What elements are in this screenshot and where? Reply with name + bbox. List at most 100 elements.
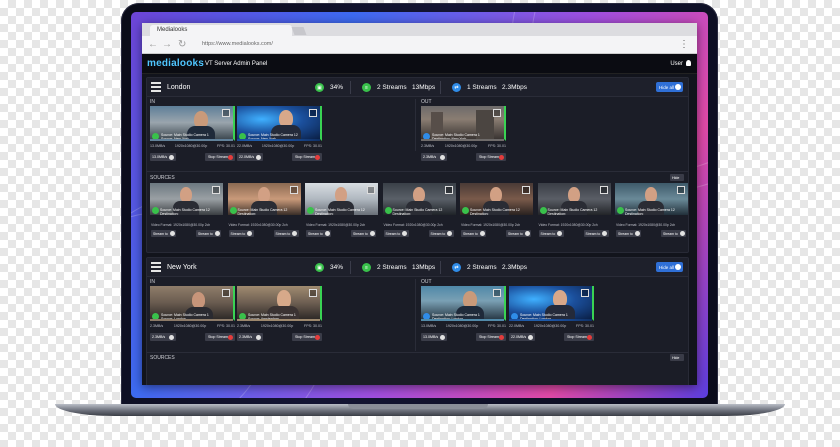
source-info: Source: Main Studio Camera 12 Destination… bbox=[392, 208, 443, 215]
rate-button[interactable]: 2.3MB/s bbox=[150, 333, 176, 341]
user-menu[interactable]: User bbox=[670, 60, 691, 67]
stop-stream-button[interactable]: Stop Stream bbox=[205, 153, 235, 161]
source-thumbnail[interactable]: Source: Main Studio Camera 12 Destination… bbox=[537, 183, 611, 215]
stream-to-button[interactable]: Stream to bbox=[583, 230, 609, 237]
address-bar[interactable]: https://www.medialooks.com/ bbox=[202, 41, 273, 47]
expand-icon[interactable] bbox=[599, 186, 608, 194]
expand-icon[interactable] bbox=[289, 186, 298, 194]
reload-icon[interactable]: ↻ bbox=[178, 39, 186, 51]
expand-icon[interactable] bbox=[309, 109, 317, 117]
out-stream-card[interactable]: Source: Main Studio Camera 1 Destination:… bbox=[421, 286, 506, 348]
stream-to-button[interactable]: Stream to bbox=[196, 230, 221, 237]
source-card[interactable]: Source: Main Studio Camera 12 Destination… bbox=[305, 183, 378, 240]
source-thumbnail[interactable]: Source: Main Studio Camera 12 Destination… bbox=[615, 183, 688, 215]
in-stat: ⇄ 1 Streams 2.3Mbps bbox=[452, 82, 527, 93]
stream-to-button[interactable]: Stream to bbox=[383, 230, 409, 237]
stream-to-button[interactable]: Stream to bbox=[461, 230, 486, 237]
stop-stream-button[interactable]: Stop Stream bbox=[292, 153, 322, 161]
rate-button[interactable]: 13.0MB/s bbox=[421, 333, 447, 341]
out-stream-card[interactable]: Source: Main Studio Camera 1 Destination:… bbox=[509, 286, 594, 348]
source-card[interactable]: Source: Main Studio Camera 12 Destination… bbox=[460, 183, 533, 240]
source-card[interactable]: Source: Main Studio Camera 12 Destination… bbox=[227, 183, 301, 240]
stop-stream-button[interactable]: Stop Stream bbox=[476, 153, 506, 161]
kebab-menu-icon[interactable]: ⋮ bbox=[679, 39, 689, 50]
browser-tab[interactable]: Medialooks bbox=[150, 25, 292, 36]
source-thumbnail[interactable]: Source: Main Studio Camera 12 Destination… bbox=[460, 183, 533, 215]
rate-button[interactable]: 22.0MB/s bbox=[237, 153, 263, 161]
hide-all-label: Hide all bbox=[659, 264, 675, 270]
out-streams: 2 Streams bbox=[377, 264, 407, 271]
arrow-right-icon[interactable]: → bbox=[162, 39, 172, 51]
source-thumbnail[interactable]: Source: Main Studio Camera 12 Destination… bbox=[150, 183, 223, 215]
stop-stream-button[interactable]: Stop Stream bbox=[292, 333, 322, 341]
hamburger-icon[interactable] bbox=[151, 262, 161, 272]
expand-icon[interactable] bbox=[309, 289, 317, 297]
stream-info: Source: Main Studio Camera 1 Destination:… bbox=[432, 313, 480, 321]
hide-button[interactable]: Hide bbox=[670, 354, 684, 361]
stream-to-button[interactable]: Stream to bbox=[273, 230, 299, 237]
source-thumbnail[interactable]: Source: Main Studio Camera 12 Destination… bbox=[382, 183, 456, 215]
stop-stream-button[interactable]: Stop Stream bbox=[476, 333, 506, 341]
hide-button[interactable]: Hide bbox=[670, 174, 684, 181]
stream-to-button[interactable]: Stream to bbox=[661, 230, 686, 237]
stream-to-button[interactable]: Stream to bbox=[538, 230, 564, 237]
browser-window: Medialooks ← → ↻ https://www.medialooks.… bbox=[142, 23, 697, 385]
stream-to-button[interactable]: Stream to bbox=[428, 230, 454, 237]
stream-info: Source: Main Studio Camera 1 Destination:… bbox=[432, 133, 480, 141]
expand-icon[interactable] bbox=[522, 186, 530, 194]
source-thumbnail[interactable]: Source: Main Studio Camera 12 Destination… bbox=[227, 183, 301, 215]
rate-button[interactable]: 22.0MB/s bbox=[509, 333, 535, 341]
expand-icon[interactable] bbox=[677, 186, 685, 194]
source-card[interactable]: Source: Main Studio Camera 12 Destination… bbox=[615, 183, 688, 240]
stream-thumbnail[interactable]: Source: Main Studio Camera 1 Destination:… bbox=[421, 106, 506, 141]
expand-icon[interactable] bbox=[581, 289, 589, 297]
stream-to-button[interactable]: Stream to bbox=[616, 230, 641, 237]
stream-thumbnail[interactable]: Source: Main Studio Camera 12 Source: New… bbox=[237, 106, 322, 141]
out-stream-card[interactable]: Source: Main Studio Camera 1 Destination:… bbox=[421, 106, 506, 168]
source-icon bbox=[384, 207, 392, 214]
source-card[interactable]: Source: Main Studio Camera 12 Destination… bbox=[537, 183, 611, 240]
expand-icon[interactable] bbox=[367, 186, 375, 194]
stop-stream-button[interactable]: Stop Stream bbox=[205, 333, 235, 341]
video-format: Video Format: 1920x1080@30.00p 2ch bbox=[538, 223, 598, 227]
source-icon bbox=[152, 207, 159, 214]
in-stream-card[interactable]: Source: Main Studio Camera 1 Source: New … bbox=[150, 106, 235, 168]
rate-button[interactable]: 2.3MB/s bbox=[237, 333, 263, 341]
stream-to-button[interactable]: Stream to bbox=[506, 230, 531, 237]
in-stream-card[interactable]: Source: Main Studio Camera 1 Source: Lond… bbox=[150, 286, 235, 348]
expand-icon[interactable] bbox=[444, 186, 453, 194]
stream-to-button[interactable]: Stream to bbox=[351, 230, 376, 237]
source-icon bbox=[423, 313, 430, 319]
new-tab-button[interactable] bbox=[291, 27, 307, 35]
stream-thumbnail[interactable]: Source: Main Studio Camera 1 Source: Amst… bbox=[237, 286, 322, 321]
stream-to-button[interactable]: Stream to bbox=[306, 230, 331, 237]
arrow-left-icon[interactable]: ← bbox=[148, 39, 158, 51]
video-format: Video Format: 1920x1080@30.00p 2ch bbox=[461, 223, 521, 227]
stream-thumbnail[interactable]: Source: Main Studio Camera 1 Destination:… bbox=[421, 286, 506, 321]
expand-icon[interactable] bbox=[493, 289, 501, 297]
rate-button[interactable]: 13.0MB/s bbox=[150, 153, 176, 161]
stream-meta: 2.3MB/s 1920x1080@30.00p FPS: 30.01 bbox=[150, 324, 235, 328]
source-thumbnail[interactable]: Source: Main Studio Camera 12 Destination… bbox=[305, 183, 378, 215]
stream-meta: 22.0MB/s 1920x1080@30.00p FPS: 30.01 bbox=[509, 324, 594, 328]
expand-icon[interactable] bbox=[222, 109, 230, 117]
stream-to-button[interactable]: Stream to bbox=[228, 230, 254, 237]
hide-all-button[interactable]: Hide all bbox=[656, 262, 683, 272]
rate-button[interactable]: 2.3MB/s bbox=[421, 153, 447, 161]
expand-icon[interactable] bbox=[493, 109, 501, 117]
hamburger-icon[interactable] bbox=[151, 82, 161, 92]
in-stream-card[interactable]: Source: Main Studio Camera 12 Source: New… bbox=[237, 106, 322, 168]
stream-thumbnail[interactable]: Source: Main Studio Camera 1 Destination:… bbox=[509, 286, 594, 321]
source-card[interactable]: Source: Main Studio Camera 12 Destination… bbox=[382, 183, 456, 240]
stream-to-button[interactable]: Stream to bbox=[151, 230, 176, 237]
stream-thumbnail[interactable]: Source: Main Studio Camera 1 Source: Lond… bbox=[150, 286, 235, 321]
app-title: VT Server Admin Panel bbox=[205, 61, 268, 67]
source-card[interactable]: Source: Main Studio Camera 12 Destination… bbox=[150, 183, 223, 240]
stop-stream-button[interactable]: Stop Stream bbox=[564, 333, 594, 341]
in-stream-card[interactable]: Source: Main Studio Camera 1 Source: Amst… bbox=[237, 286, 322, 348]
expand-icon[interactable] bbox=[212, 186, 220, 194]
expand-icon[interactable] bbox=[222, 289, 230, 297]
video-format: Video Format: 1920x1080@30.00p 2ch bbox=[306, 223, 366, 227]
stream-thumbnail[interactable]: Source: Main Studio Camera 1 Source: New … bbox=[150, 106, 235, 141]
hide-all-button[interactable]: Hide all bbox=[656, 82, 683, 92]
